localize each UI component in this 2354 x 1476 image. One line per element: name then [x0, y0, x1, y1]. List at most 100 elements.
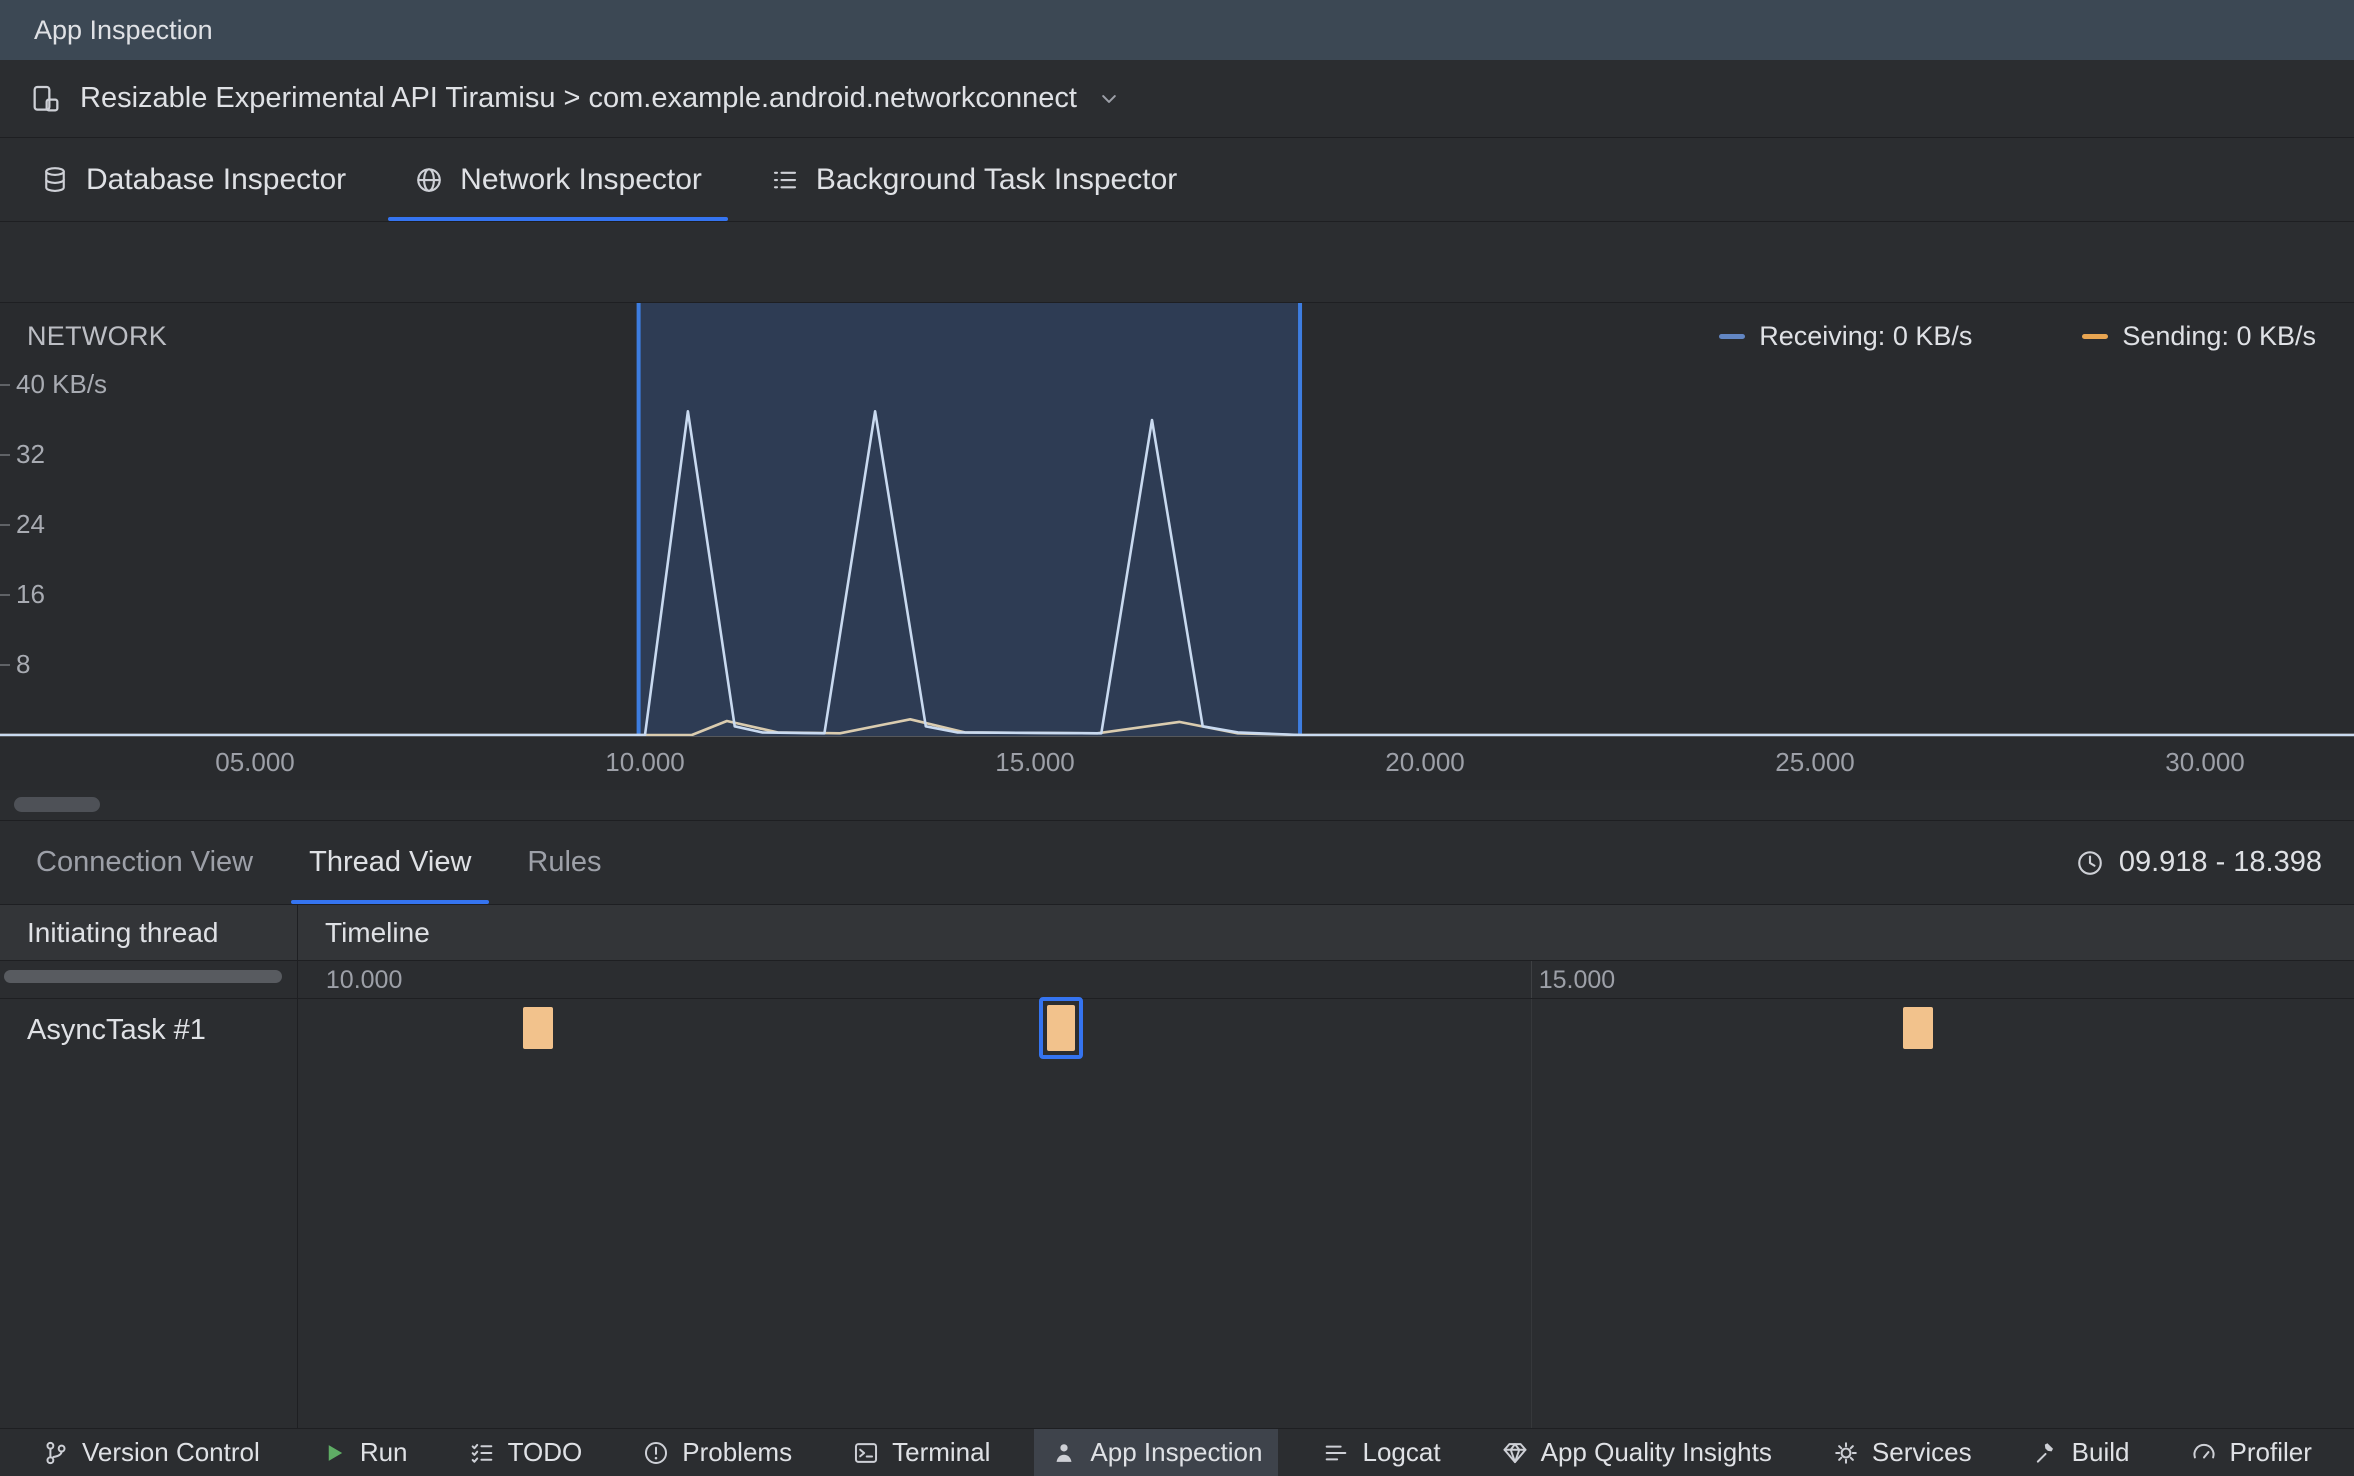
branch-icon: [42, 1439, 70, 1467]
timeline-ruler-row: 10.000 15.000: [0, 961, 2354, 999]
clock-icon: [2075, 848, 2105, 878]
tool-window-bar: Version Control Run TODO Problems Terminal Ap…: [0, 1428, 2354, 1476]
task-list-icon: [770, 165, 800, 195]
toolwindow-button-build[interactable]: Build: [2016, 1429, 2146, 1476]
thread-name-column: AsyncTask #1: [0, 999, 297, 1428]
toolwindow-button-version-control[interactable]: Version Control: [26, 1429, 276, 1476]
inspector-toolbar: [0, 222, 2354, 302]
scrollbar-thumb[interactable]: [14, 797, 100, 812]
toolwindow-button-todo[interactable]: TODO: [452, 1429, 599, 1476]
run-icon: [320, 1439, 348, 1467]
chart-title: NETWORK: [27, 321, 168, 351]
timeline-ruler: 10.000 15.000: [297, 961, 2354, 998]
toolwindow-button-terminal[interactable]: Terminal: [836, 1429, 1006, 1476]
android-studio-app-inspection: App Inspection Resizable Experimental AP…: [0, 0, 2354, 1476]
timeline-tick-label: 10.000: [325, 966, 403, 994]
thread-column-scroll-area: [0, 961, 297, 998]
problems-icon: [642, 1439, 670, 1467]
detail-tab-bar: Connection View Thread View Rules 09.918 -…: [0, 821, 2354, 905]
inspector-tab-background-task-inspector[interactable]: Background Task Inspector: [736, 138, 1211, 221]
toolwindow-button-profiler[interactable]: Profiler: [2174, 1429, 2328, 1476]
tab-label: Rules: [527, 846, 602, 878]
inspection-icon: [1050, 1439, 1078, 1467]
selected-time-range: 09.918 - 18.398: [2075, 821, 2346, 904]
network-detail-panel: Connection View Thread View Rules 09.918 -…: [0, 820, 2354, 1428]
timeline-gridline: [1530, 999, 1532, 1428]
toolwindow-button-label: Services: [1871, 1437, 1972, 1467]
timeline-column-header[interactable]: Timeline: [297, 905, 2354, 960]
toolwindow-button-label: Version Control: [82, 1437, 260, 1467]
x-axis-label: 30.000: [2165, 747, 2245, 777]
timeline-track-area[interactable]: [297, 997, 2354, 1428]
process-selector[interactable]: Resizable Experimental API Tiramisu > co…: [0, 60, 2354, 138]
thread-table-body: AsyncTask #1: [0, 997, 2354, 1428]
chevron-down-icon: [1095, 85, 1123, 113]
legend-sending: Sending: 0 KB/s: [2082, 321, 2316, 352]
toolwindow-button-label: Profiler: [2229, 1437, 2312, 1467]
globe-icon: [414, 165, 444, 195]
database-icon: [40, 165, 70, 195]
x-axis-label: 05.000: [215, 747, 295, 777]
network-chart-canvas[interactable]: [0, 303, 2354, 737]
inspector-tab-bar: Database Inspector Network Inspector Backg…: [0, 138, 2354, 222]
tab-label: Database Inspector: [86, 162, 347, 196]
timeline-tick-label: 15.000: [1538, 966, 1616, 994]
tab-label: Thread View: [309, 846, 472, 878]
toolwindow-button-label: Problems: [682, 1437, 793, 1467]
legend-receiving: Receiving: 0 KB/s: [1719, 321, 1972, 352]
profiler-icon: [2190, 1439, 2218, 1467]
toolwindow-button-app-quality-insights[interactable]: App Quality Insights: [1485, 1429, 1788, 1476]
build-icon: [2032, 1439, 2060, 1467]
toolwindow-button-label: Build: [2071, 1437, 2130, 1467]
detail-tab-rules[interactable]: Rules: [499, 821, 629, 904]
network-request-block[interactable]: [522, 1007, 553, 1049]
toolwindow-button-label: Run: [359, 1437, 408, 1467]
x-axis-label: 25.000: [1775, 747, 1855, 777]
x-axis-label: 20.000: [1385, 747, 1465, 777]
toolwindow-button-problems[interactable]: Problems: [626, 1429, 808, 1476]
insights-icon: [1501, 1439, 1529, 1467]
network-request-block[interactable]: [1902, 1007, 1933, 1049]
inspector-tab-network-inspector[interactable]: Network Inspector: [380, 138, 736, 221]
thread-name: AsyncTask #1: [27, 1013, 206, 1046]
initiating-thread-column-header[interactable]: Initiating thread: [0, 905, 297, 960]
tab-label: Connection View: [36, 846, 254, 878]
thread-timeline-lane: [298, 997, 2354, 1061]
sending-legend-marker: [2082, 334, 2109, 339]
legend-label: Receiving: 0 KB/s: [1759, 321, 1973, 351]
toolwindow-button-label: Terminal: [892, 1437, 991, 1467]
receiving-legend-marker: [1719, 334, 1746, 339]
chart-x-axis: 05.000 10.000 15.000 20.000 25.000 30.000: [0, 736, 2354, 790]
toolwindow-button-label: TODO: [507, 1437, 583, 1467]
detail-tab-connection-view[interactable]: Connection View: [8, 821, 281, 904]
toolwindow-button-services[interactable]: Services: [1816, 1429, 1988, 1476]
network-request-block: [1046, 1005, 1075, 1051]
column-scrollbar-thumb[interactable]: [4, 970, 282, 983]
thread-table-header: Initiating thread Timeline: [0, 905, 2354, 961]
toolwindow-button-logcat[interactable]: Logcat: [1306, 1429, 1456, 1476]
toolwindow-button-app-inspection[interactable]: App Inspection: [1034, 1429, 1279, 1476]
tab-label: Network Inspector: [460, 162, 702, 196]
todo-icon: [468, 1439, 496, 1467]
toolwindow-button-label: App Inspection: [1090, 1437, 1263, 1467]
toolwindow-button-label: Logcat: [1362, 1437, 1441, 1467]
process-selector-label: Resizable Experimental API Tiramisu > co…: [80, 82, 1077, 114]
toolwindow-button-label: App Quality Insights: [1540, 1437, 1772, 1467]
toolwindow-button-run[interactable]: Run: [304, 1429, 424, 1476]
timeline-gridline: [1530, 961, 1532, 998]
inspector-tab-database-inspector[interactable]: Database Inspector: [6, 138, 380, 221]
tool-window-title: App Inspection: [34, 14, 213, 45]
services-icon: [1832, 1439, 1860, 1467]
logcat-icon: [1322, 1439, 1350, 1467]
x-axis-label: 10.000: [605, 747, 685, 777]
detail-tab-thread-view[interactable]: Thread View: [281, 821, 499, 904]
tab-label: Background Task Inspector: [815, 162, 1178, 196]
chart-legend: Receiving: 0 KB/s Sending: 0 KB/s: [1719, 321, 2316, 352]
device-icon: [30, 83, 62, 115]
detail-tabs: Connection View Thread View Rules: [8, 821, 630, 904]
legend-label: Sending: 0 KB/s: [2122, 321, 2316, 351]
chart-scrollbar[interactable]: [0, 790, 2354, 820]
time-range-label: 09.918 - 18.398: [2118, 846, 2322, 878]
selected-network-request[interactable]: [1038, 997, 1083, 1059]
network-usage-chart: NETWORK 40 KB/s 32 24 16 8 Receiving: 0 KB/s…: [0, 302, 2354, 737]
